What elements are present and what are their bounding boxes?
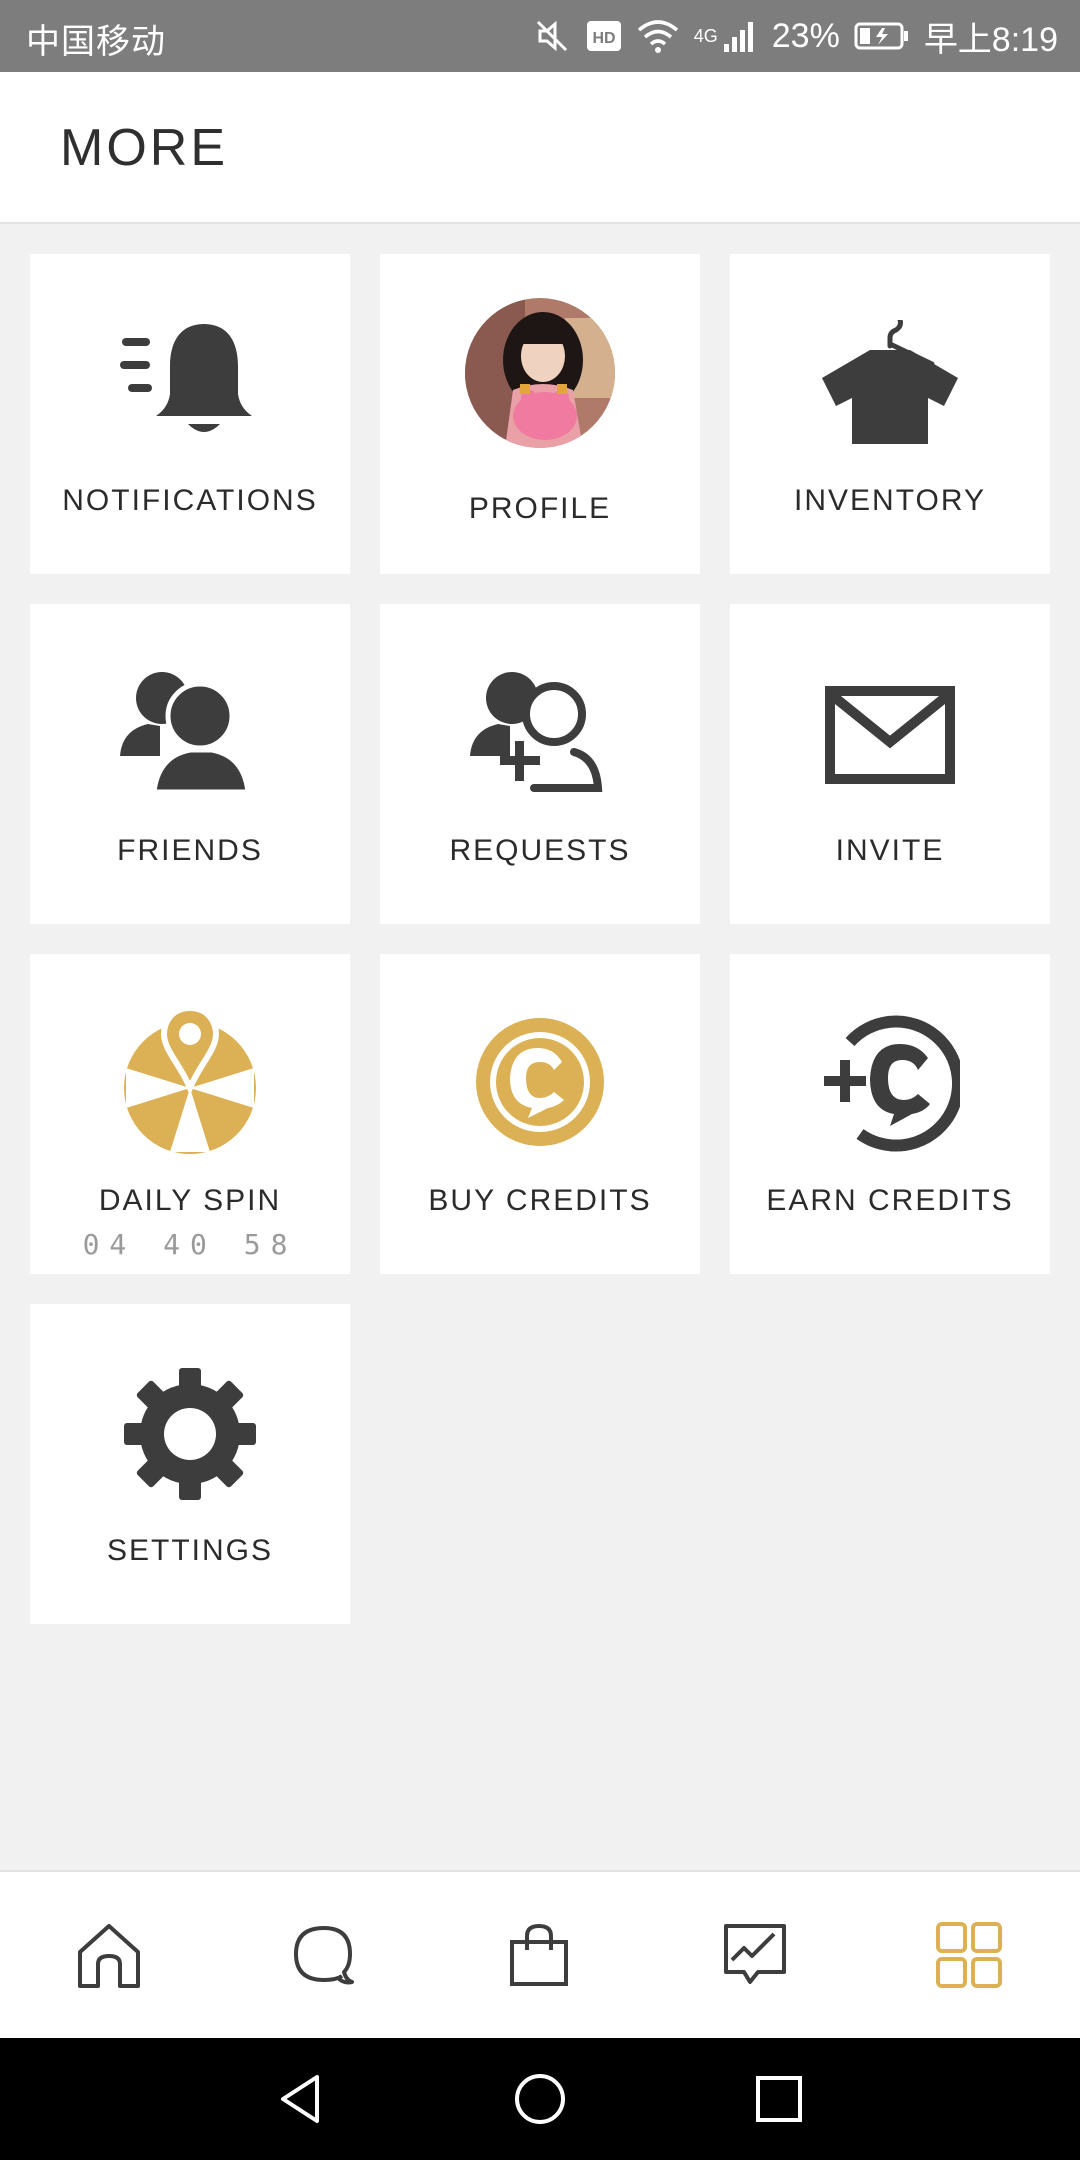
network-type: 4G [693,25,718,46]
grid-icon [934,1920,1004,1995]
shirt-hanger-icon [730,320,1050,444]
tile-profile[interactable]: PROFILE [380,254,700,574]
svg-text:HD: HD [592,30,615,47]
status-icons: HD 4G 23% 早上8:19 [532,10,1058,62]
hd-icon: HD [586,20,622,52]
back-triangle-icon [273,2071,329,2132]
bottom-nav [0,1870,1080,2040]
activity-chat-icon [720,1920,790,1995]
tile-inventory[interactable]: INVENTORY [730,254,1050,574]
signal-icon [722,18,758,54]
credit-coin-icon [380,1012,700,1152]
wifi-icon [636,18,680,54]
clock: 早上8:19 [923,20,1058,59]
system-nav-bar [0,2038,1080,2160]
bell-icon [30,316,350,446]
spin-countdown: 04 40 58 [82,1228,298,1261]
chat-icon [288,1920,358,1995]
nav-activity[interactable] [710,1912,800,2002]
home-icon [74,1920,144,1995]
tile-daily-spin[interactable]: DAILY SPIN 04 40 58 [30,954,350,1274]
tile-label: FRIENDS [117,834,263,867]
spin-wheel-icon [30,1006,350,1156]
recents-button[interactable] [746,2068,812,2134]
tile-label: EARN CREDITS [766,1184,1014,1217]
add-friend-icon [380,666,700,796]
battery-percent: 23% [771,16,840,55]
envelope-icon [730,686,1050,784]
nav-more[interactable] [924,1912,1014,2002]
tile-buy-credits[interactable]: BUY CREDITS [380,954,700,1274]
tile-label: SETTINGS [106,1534,273,1567]
back-button[interactable] [268,2068,334,2134]
nav-chat[interactable] [278,1912,368,2002]
tile-label: DAILY SPIN [98,1184,282,1217]
home-button[interactable] [507,2068,573,2134]
tile-requests[interactable]: REQUESTS [380,604,700,924]
nav-home[interactable] [64,1912,154,2002]
tile-label: INVITE [835,834,945,867]
avatar [380,298,700,448]
shopping-bag-icon [504,1920,574,1995]
tile-notifications[interactable]: NOTIFICATIONS [30,254,350,574]
recents-square-icon [751,2071,807,2132]
header: MORE [0,72,1080,224]
status-bar: 中国移动 HD 4G 23% 早上8:19 [0,0,1080,72]
tile-label: REQUESTS [449,834,631,867]
tile-label: BUY CREDITS [428,1184,652,1217]
tile-settings[interactable]: SETTINGS [30,1304,350,1624]
tile-label: INVENTORY [794,484,986,517]
tile-label: NOTIFICATIONS [62,484,318,517]
gear-icon [30,1364,350,1504]
earn-credits-icon [730,1012,1050,1152]
tile-invite[interactable]: INVITE [730,604,1050,924]
home-circle-icon [512,2071,568,2132]
battery-icon [854,21,910,51]
tile-earn-credits[interactable]: EARN CREDITS [730,954,1050,1274]
tile-label: PROFILE [468,492,612,525]
page-title: MORE [60,119,228,177]
nav-shop[interactable] [494,1912,584,2002]
mute-icon [532,16,572,56]
tile-friends[interactable]: FRIENDS [30,604,350,924]
carrier-name: 中国移动 [26,23,166,61]
friends-icon [30,666,350,796]
